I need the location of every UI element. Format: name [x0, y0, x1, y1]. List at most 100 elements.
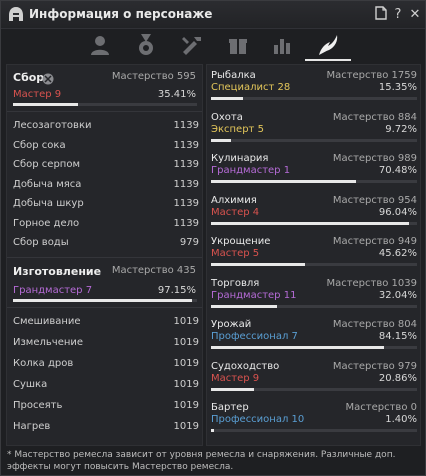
person-icon	[91, 36, 109, 55]
skill-value: 1139	[173, 159, 199, 170]
list-item: Добыча мяса 1139	[13, 176, 199, 194]
skill-label: Колка дров	[13, 358, 74, 369]
tab-medal[interactable]	[131, 32, 161, 58]
document-icon[interactable]	[373, 6, 389, 24]
list-item: Лесозаготовки 1139	[13, 117, 199, 135]
tools-icon	[182, 37, 201, 55]
skill-progress-bar	[211, 263, 417, 266]
skill-label: Добыча шкур	[13, 198, 84, 209]
tab-character[interactable]	[85, 32, 115, 58]
gather-percent: 35.41%	[157, 89, 196, 100]
list-item: Сушка 1019	[13, 376, 199, 394]
skill-label: Нагрев	[13, 421, 51, 432]
skill-grade: Мастер 9	[211, 372, 260, 384]
skill-value: 979	[179, 237, 199, 248]
list-item: Колка дров 1019	[13, 355, 199, 373]
skill-progress-bar	[211, 387, 417, 391]
gather-title: Сбор	[13, 71, 45, 84]
skill-value: 1139	[173, 120, 199, 131]
skill-name: Рыбалка	[211, 70, 256, 81]
list-item: Сбор воды 979	[13, 234, 199, 252]
footnote: * Мастерство ремесла зависит от уровня р…	[7, 450, 396, 472]
life-skill-icon	[319, 35, 338, 55]
skill-entry: Алхимия Мастерство 954 Мастер 4 96.04%	[211, 195, 417, 239]
skill-label: Измельчение	[13, 337, 84, 348]
skill-label: Смешивание	[13, 316, 81, 327]
skill-grade: Эксперт 5	[211, 123, 264, 135]
skill-value: 1019	[173, 421, 199, 432]
skill-value: 1019	[173, 337, 199, 348]
window-title: Информация о персонаже	[29, 7, 213, 21]
skill-label: Сбор сока	[13, 139, 66, 151]
bar-chart-icon	[274, 39, 290, 54]
skill-entry: Кулинария Мастерство 989 Грандмастер 1 70.4…	[211, 153, 417, 197]
skill-percent: 96.04%	[378, 206, 417, 218]
skill-grade: Профессионал 10	[211, 414, 305, 425]
skill-name: Охота	[211, 111, 243, 123]
skill-label: Горное дело	[13, 217, 80, 229]
title-bar[interactable]: Информация о персонаже ? ✕	[1, 1, 425, 29]
skill-percent: 1.40%	[385, 414, 417, 425]
warrior-helmet-icon	[7, 6, 25, 24]
skill-value: 1139	[173, 217, 199, 229]
skill-progress-fill	[211, 346, 385, 349]
skill-name: Торговля	[211, 277, 260, 289]
craft-percent: 97.15%	[157, 285, 196, 296]
gather-mastery: Мастерство 595	[111, 71, 196, 82]
skill-grade: Специалист 28	[211, 82, 291, 93]
tab-life-skills[interactable]	[305, 32, 351, 61]
skill-entry: Охота Мастерство 884 Эксперт 5 9.72%	[211, 112, 417, 156]
craft-title: Изготовление	[13, 265, 102, 278]
skill-value: 1019	[173, 379, 199, 390]
skill-label: Добыча мяса	[13, 178, 82, 190]
list-item: Сбор серпом 1139	[13, 156, 199, 174]
gather-settings-icon[interactable]	[42, 70, 54, 85]
skill-label: Сбор воды	[13, 237, 69, 248]
skill-mastery: Мастерство 979	[332, 360, 417, 372]
craft-grade: Грандмастер 7	[13, 285, 93, 296]
tab-stats[interactable]	[267, 32, 297, 58]
skill-mastery: Мастерство 954	[332, 194, 417, 206]
skill-progress-fill	[211, 221, 409, 225]
skill-progress-fill	[211, 180, 357, 183]
tab-gift[interactable]	[223, 32, 253, 58]
skill-grade: Грандмастер 1	[211, 165, 291, 176]
gather-progress-bar	[13, 103, 197, 106]
divider	[7, 257, 202, 258]
skill-progress-bar	[211, 97, 417, 100]
skill-progress-fill	[211, 304, 277, 308]
skill-value: 1139	[173, 198, 199, 209]
skill-value: 1019	[173, 316, 199, 327]
gather-grade: Мастер 9	[13, 89, 62, 100]
skill-percent: 20.86%	[378, 372, 417, 384]
skill-grade: Мастер 5	[211, 248, 260, 259]
skill-label: Просеять	[13, 400, 63, 411]
skill-percent: 84.15%	[378, 331, 417, 342]
skill-mastery: Мастерство 1039	[326, 277, 417, 289]
tab-bar	[1, 29, 425, 61]
tab-tools[interactable]	[177, 32, 207, 58]
skill-progress-bar	[211, 429, 417, 432]
skill-mastery: Мастерство 804	[332, 319, 417, 330]
skill-mastery: Мастерство 1759	[326, 70, 417, 81]
medal-icon	[139, 34, 153, 55]
skill-name: Бартер	[211, 402, 249, 413]
skill-progress-bar	[211, 346, 417, 349]
list-item: Добыча шкур 1139	[13, 195, 199, 213]
list-item: Просеять 1019	[13, 397, 199, 415]
list-item: Измельчение 1019	[13, 334, 199, 352]
skill-percent: 45.62%	[378, 248, 417, 259]
skill-name: Урожай	[211, 319, 252, 330]
skill-mastery: Мастерство 949	[332, 236, 417, 247]
skill-entry: Бартер Мастерство 0 Профессионал 10 1.40%	[211, 402, 417, 446]
skill-entry: Рыбалка Мастерство 1759 Специалист 28 15.35…	[211, 70, 417, 114]
craft-progress-bar	[13, 299, 197, 302]
gather-progress-fill	[13, 103, 79, 106]
close-icon[interactable]: ✕	[407, 6, 423, 24]
help-icon[interactable]: ?	[390, 6, 406, 24]
skill-progress-fill	[211, 138, 232, 142]
list-item: Сбор сока 1139	[13, 137, 199, 155]
skill-progress-bar	[211, 304, 417, 308]
skill-progress-bar	[211, 180, 417, 183]
skill-grade: Мастер 4	[211, 206, 260, 218]
